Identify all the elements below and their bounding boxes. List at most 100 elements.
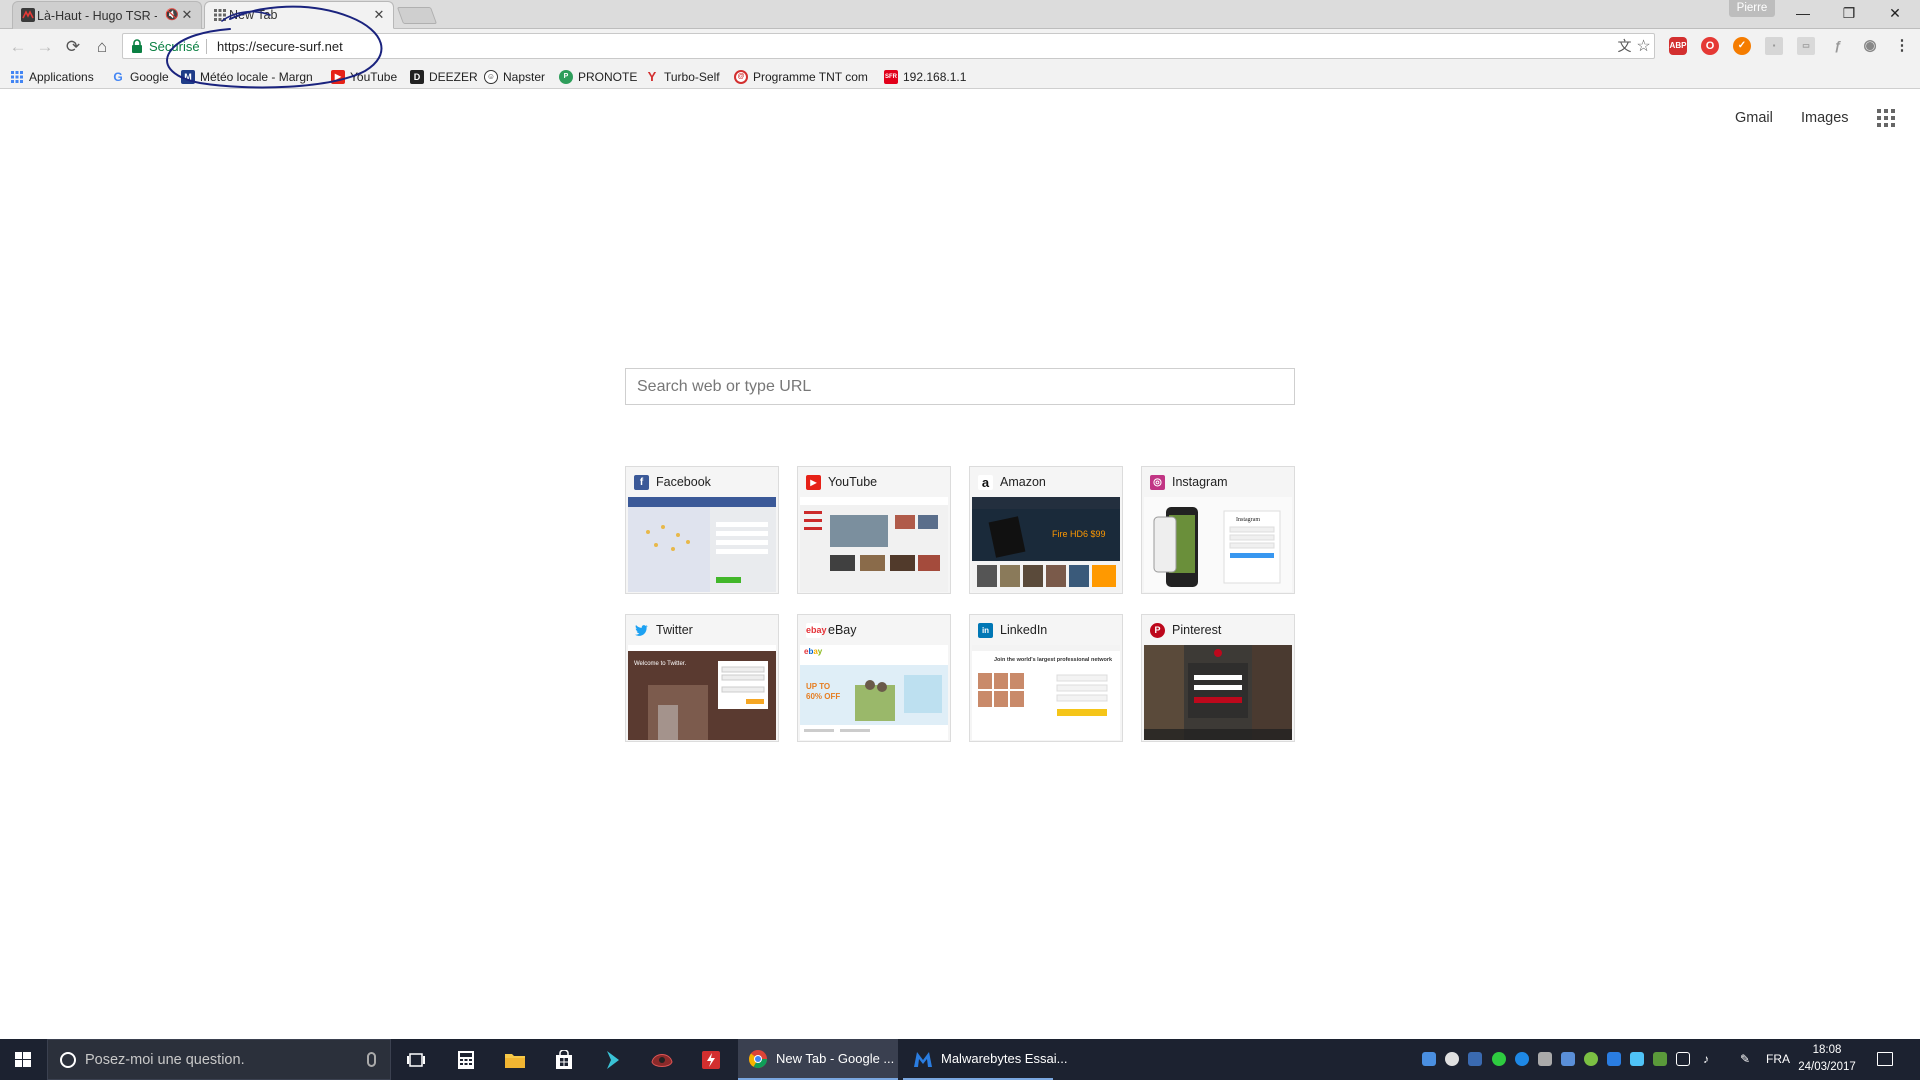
steam-icon[interactable] (1561, 1052, 1575, 1066)
tray-app2-icon[interactable] (1630, 1052, 1644, 1066)
restore-button[interactable]: ❐ (1826, 0, 1872, 27)
tile-label: Twitter (656, 623, 693, 637)
pronote-icon: P (559, 70, 573, 84)
bluetooth-icon[interactable] (1515, 1052, 1529, 1066)
new-tab-button[interactable] (396, 7, 438, 24)
nvidia-icon[interactable] (1653, 1052, 1667, 1066)
svg-text:60% OFF: 60% OFF (806, 692, 840, 701)
close-window-button[interactable]: ✕ (1872, 0, 1918, 27)
tile-label: LinkedIn (1000, 623, 1048, 637)
bookmark-programme-tnt[interactable]: @ Programme TNT com (734, 68, 869, 86)
notifications-icon[interactable] (1877, 1052, 1893, 1066)
url-text[interactable]: https://secure-surf.net (217, 39, 343, 54)
profile-badge[interactable]: Pierre (1729, 0, 1775, 17)
bookmark-napster[interactable]: ☺ Napster (484, 68, 545, 86)
tray-green-app-icon[interactable] (1492, 1052, 1506, 1066)
taskbar-chrome-window[interactable]: New Tab - Google ... (738, 1039, 898, 1080)
bookmark-google[interactable]: G Google (111, 68, 168, 86)
secure-label[interactable]: Sécurisé (149, 39, 200, 54)
bookmarks-bar: Applications G Google M Météo locale - M… (0, 65, 1920, 89)
youtube-icon: ▶ (331, 70, 345, 84)
tab-la-haut[interactable]: Là-Haut - Hugo TSR - 🔇 ✕ (12, 1, 202, 29)
calculator-icon[interactable] (442, 1039, 490, 1080)
tile-header: Twitter (626, 615, 778, 645)
opera-icon[interactable]: O (1701, 37, 1719, 55)
tab-close-icon[interactable]: ✕ (371, 7, 387, 23)
tab-new-tab[interactable]: New Tab ✕ (204, 1, 394, 29)
orange-extension-icon[interactable]: ✓ (1733, 37, 1751, 55)
bookmark-label: Applications (29, 70, 94, 84)
volume-icon[interactable]: ♪ (1699, 1052, 1713, 1066)
tile-header: a Amazon (970, 467, 1122, 497)
bookmark-meteo[interactable]: M Météo locale - Margn (181, 68, 316, 86)
adblock-plus-icon[interactable]: ABP (1669, 37, 1687, 55)
reload-button[interactable]: ⟳ (62, 36, 84, 58)
tab-close-icon[interactable]: ✕ (179, 7, 195, 23)
svg-text:Join the world's largest profe: Join the world's largest professional ne… (994, 657, 1113, 663)
bookmark-turbo-self[interactable]: Y Turbo-Self (645, 68, 720, 86)
bookmark-star-icon[interactable]: ☆ (1635, 38, 1652, 55)
microphone-icon[interactable] (367, 1052, 376, 1067)
arduino-ide-icon[interactable] (589, 1039, 637, 1080)
images-link[interactable]: Images (1801, 110, 1849, 126)
taskbar-malwarebytes-window[interactable]: Malwarebytes Essai... (903, 1039, 1067, 1080)
tray-security-icon[interactable] (1538, 1052, 1552, 1066)
bookmark-deezer[interactable]: D DEEZER (410, 68, 478, 86)
lock-icon[interactable] (131, 39, 143, 53)
address-bar[interactable]: Sécurisé https://secure-surf.net 文 ☆ (122, 33, 1655, 59)
task-view-icon[interactable] (392, 1039, 440, 1080)
instagram-thumbnail: Instagram (1144, 497, 1292, 592)
bookmark-youtube[interactable]: ▶ YouTube (331, 68, 397, 86)
new-tab-page: Gmail Images f Facebook ▶ YouTube (0, 89, 1920, 1039)
tray-update-icon[interactable] (1584, 1052, 1598, 1066)
translate-icon[interactable]: 文 (1616, 38, 1633, 55)
tile-header: ◎ Instagram (1142, 467, 1294, 497)
back-button[interactable]: ← (7, 36, 29, 58)
bookmark-router[interactable]: SFR 192.168.1.1 (884, 68, 966, 86)
store-icon[interactable] (540, 1039, 588, 1080)
bookmark-pronote[interactable]: P PRONOTE (559, 68, 637, 86)
tile-ebay[interactable]: ebay eBay ebay UP TO 60% OFF (797, 614, 951, 742)
tile-label: eBay (828, 623, 857, 637)
circle-extension-icon[interactable]: ◉ (1861, 37, 1879, 55)
tile-pinterest[interactable]: P Pinterest (1141, 614, 1295, 742)
speaker-muted-icon[interactable]: 🔇 (165, 8, 179, 21)
network-icon[interactable] (1676, 1052, 1690, 1066)
bookmark-applications[interactable]: Applications (10, 68, 94, 86)
windows-start-icon[interactable] (0, 1039, 46, 1080)
gray-extension-icon[interactable]: ▭ (1797, 37, 1815, 55)
tab-title: New Tab (229, 8, 278, 22)
bookmark-label: Napster (503, 70, 546, 84)
cortana-placeholder: Posez-moi une question. (85, 1052, 245, 1068)
google-apps-icon[interactable] (1877, 109, 1895, 127)
tile-label: Amazon (1000, 475, 1046, 489)
malwarebytes-tray-icon[interactable] (1607, 1052, 1621, 1066)
tile-label: Pinterest (1172, 623, 1222, 637)
tile-twitter[interactable]: Twitter Welcome to Twitter. (625, 614, 779, 742)
cortana-search-box[interactable]: Posez-moi une question. (47, 1039, 391, 1080)
malwarebytes-icon (914, 1051, 932, 1067)
tile-linkedin[interactable]: in LinkedIn Join the world's largest pro… (969, 614, 1123, 742)
file-explorer-icon[interactable] (491, 1039, 539, 1080)
svg-text:Instagram: Instagram (1236, 517, 1260, 523)
search-box[interactable] (625, 368, 1295, 405)
tile-youtube[interactable]: ▶ YouTube (797, 466, 951, 594)
tray-network-app-icon[interactable] (1468, 1052, 1482, 1066)
minimize-button[interactable]: — (1780, 0, 1826, 27)
pen-ink-icon[interactable]: ✎ (1738, 1052, 1752, 1066)
game-app-icon[interactable] (638, 1039, 686, 1080)
tray-app-icon[interactable] (1422, 1052, 1436, 1066)
flash-app-icon[interactable] (687, 1039, 735, 1080)
tab-strip: Là-Haut - Hugo TSR - 🔇 ✕ New Tab ✕ Pierr… (0, 0, 1920, 29)
tile-instagram[interactable]: ◎ Instagram Instagram (1141, 466, 1295, 594)
home-button[interactable]: ⌂ (91, 36, 113, 58)
tile-facebook[interactable]: f Facebook (625, 466, 779, 594)
puzzle-extension-icon[interactable]: ▪ (1765, 37, 1783, 55)
gmail-link[interactable]: Gmail (1735, 110, 1773, 126)
tile-amazon[interactable]: a Amazon Fire HD6 $99 (969, 466, 1123, 594)
search-input[interactable] (626, 369, 1294, 404)
forward-button[interactable]: → (34, 36, 56, 58)
feather-extension-icon[interactable]: ƒ (1829, 37, 1847, 55)
onedrive-icon[interactable] (1445, 1052, 1459, 1066)
menu-icon[interactable]: ⋮ (1893, 37, 1911, 55)
